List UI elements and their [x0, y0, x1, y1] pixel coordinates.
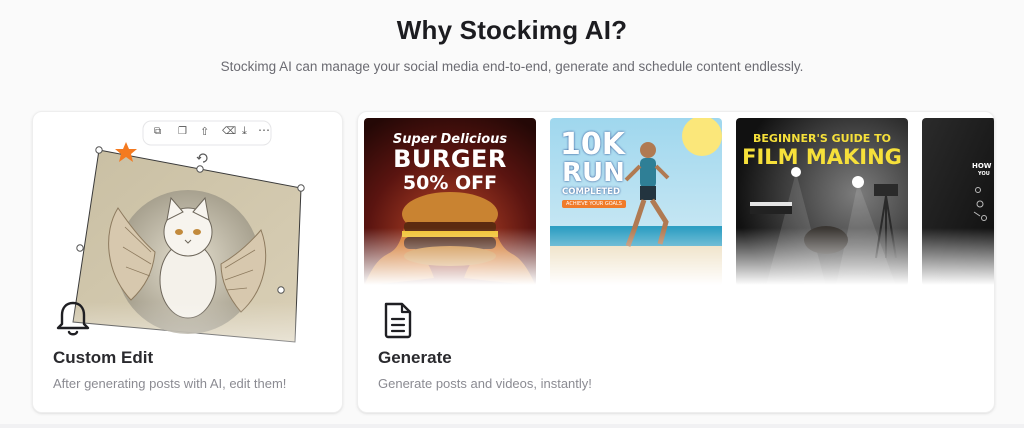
edit-toolbar: ⧉ ❐ ⇧ ⌫ ⤓ ⋯: [142, 117, 272, 149]
section-subtitle: Stockimg AI can manage your social media…: [220, 59, 804, 74]
generate-card[interactable]: Super Delicious BURGER 50% OFF 10K RUN C…: [357, 111, 995, 413]
eraser-icon[interactable]: ⌫: [222, 126, 236, 137]
custom-edit-title: Custom Edit: [53, 348, 154, 367]
burger-title: BURGER: [393, 145, 507, 173]
bell-icon: [56, 301, 90, 336]
generate-description: Generate posts and videos, instantly!: [378, 376, 592, 391]
section-divider: [0, 424, 1024, 428]
section-title: Why Stockimg AI?: [396, 15, 628, 45]
custom-edit-description: After generating posts with AI, edit the…: [53, 376, 287, 391]
custom-edit-card[interactable]: ⧉ ❐ ⇧ ⌫ ⤓ ⋯ Custom Edit After generating…: [32, 111, 343, 413]
run-status: COMPLETED: [562, 187, 621, 197]
howto-subtitle: YOU: [978, 171, 990, 177]
run-title: RUN: [562, 158, 625, 188]
howto-title: HOW: [972, 162, 992, 170]
document-icon: [384, 302, 412, 339]
thumbnails-fade: [364, 228, 994, 290]
generated-thumbnails: Super Delicious BURGER 50% OFF 10K RUN C…: [364, 118, 994, 290]
layers-icon[interactable]: ⧉: [154, 126, 161, 137]
upload-icon[interactable]: ⇧: [200, 125, 209, 138]
generate-title: Generate: [378, 348, 452, 367]
film-title: FILM MAKING: [742, 145, 902, 169]
burger-offer: 50% OFF: [402, 172, 498, 194]
film-kicker: BEGINNER'S GUIDE TO: [753, 132, 891, 145]
more-icon[interactable]: ⋯: [258, 123, 270, 137]
run-distance: 10K: [560, 127, 625, 162]
download-icon[interactable]: ⤓: [242, 125, 247, 138]
run-badge: ACHIEVE YOUR GOALS: [562, 200, 626, 208]
copy-icon[interactable]: ❐: [178, 126, 187, 137]
